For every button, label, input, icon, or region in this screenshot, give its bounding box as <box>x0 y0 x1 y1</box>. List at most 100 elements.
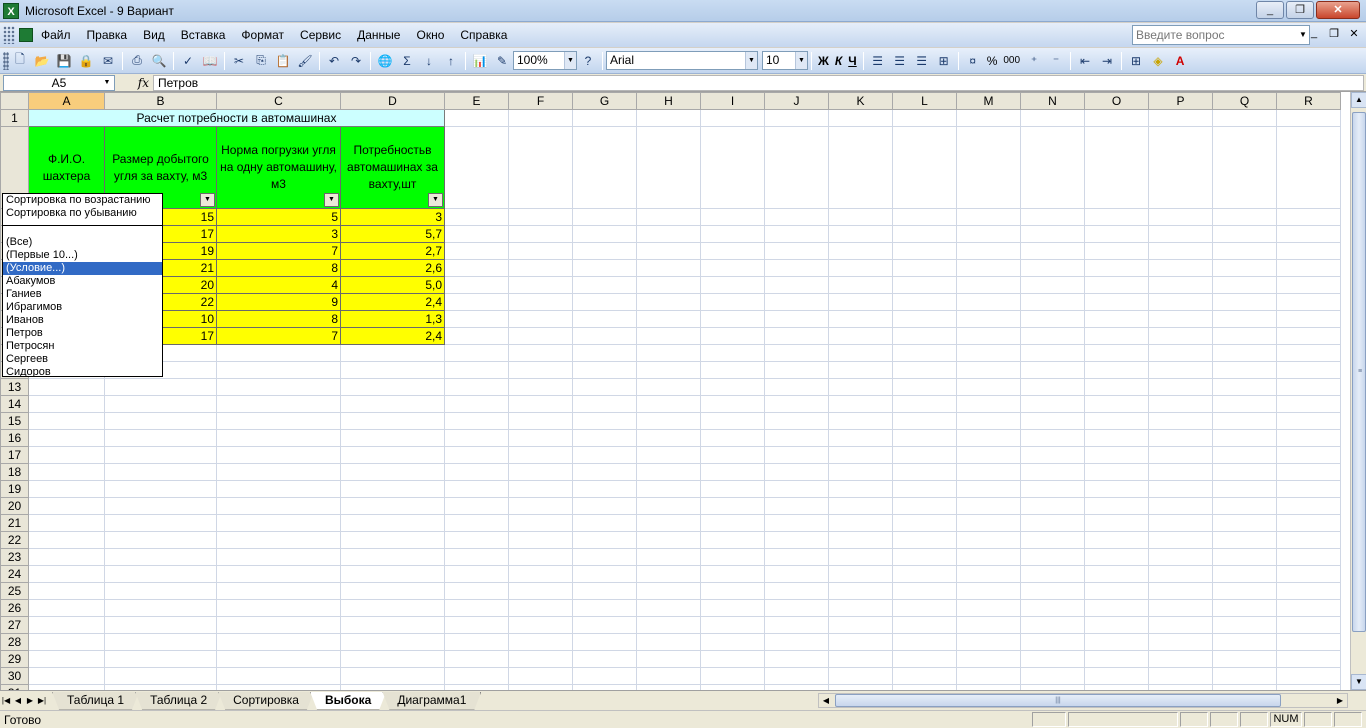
row-header[interactable]: 25 <box>0 582 29 600</box>
cell[interactable] <box>828 208 893 226</box>
cell[interactable] <box>1212 327 1277 345</box>
cell[interactable] <box>700 650 765 668</box>
autofilter-dropdown-icon[interactable]: ▼ <box>324 193 339 207</box>
cell[interactable] <box>1276 109 1341 127</box>
cell[interactable] <box>444 361 509 379</box>
cell[interactable] <box>1148 514 1213 532</box>
cell[interactable] <box>700 599 765 617</box>
cell[interactable] <box>700 259 765 277</box>
cell-load-norm[interactable]: 3 <box>216 225 341 243</box>
cell[interactable] <box>1148 599 1213 617</box>
cell[interactable] <box>1020 582 1085 600</box>
cell-load-norm[interactable]: 7 <box>216 242 341 260</box>
prev-sheet-icon[interactable]: ◀ <box>12 696 24 705</box>
cell[interactable] <box>700 463 765 481</box>
cell[interactable] <box>1020 633 1085 651</box>
cell[interactable] <box>1276 582 1341 600</box>
cell[interactable] <box>1020 378 1085 396</box>
name-box[interactable]: A5 ▼ <box>3 74 115 91</box>
autofilter-dropdown-icon[interactable]: ▼ <box>200 193 215 207</box>
cell[interactable] <box>216 582 341 600</box>
cell[interactable] <box>956 616 1021 634</box>
cell[interactable] <box>892 395 957 413</box>
cell[interactable] <box>1212 378 1277 396</box>
cell[interactable] <box>764 395 829 413</box>
cell[interactable] <box>216 599 341 617</box>
cell[interactable] <box>636 667 701 685</box>
cell[interactable] <box>700 378 765 396</box>
cell[interactable] <box>1276 293 1341 311</box>
open-folder-icon[interactable]: 📂 <box>32 51 52 71</box>
cell[interactable] <box>28 514 105 532</box>
cell[interactable] <box>28 548 105 566</box>
cell[interactable] <box>572 616 637 634</box>
cell[interactable] <box>1020 109 1085 127</box>
cell[interactable] <box>1276 395 1341 413</box>
permission-icon[interactable]: 🔒 <box>76 51 96 71</box>
cell[interactable] <box>1212 412 1277 430</box>
cell[interactable] <box>636 582 701 600</box>
cell[interactable] <box>1084 616 1149 634</box>
cell[interactable] <box>1148 293 1213 311</box>
cell[interactable] <box>1020 616 1085 634</box>
cell[interactable] <box>1084 565 1149 583</box>
menu-data[interactable]: Данные <box>349 23 408 47</box>
cell[interactable] <box>340 531 445 549</box>
cell[interactable] <box>28 429 105 447</box>
cell[interactable] <box>104 395 217 413</box>
vertical-scroll-thumb[interactable]: ≡ <box>1352 112 1366 632</box>
cell[interactable] <box>1276 429 1341 447</box>
cell[interactable] <box>636 599 701 617</box>
cell[interactable] <box>216 395 341 413</box>
cell[interactable] <box>1148 126 1213 209</box>
cell[interactable] <box>28 497 105 515</box>
cell[interactable] <box>340 480 445 498</box>
cell[interactable] <box>340 650 445 668</box>
tab-chart-1[interactable]: Диаграмма1 <box>382 692 481 710</box>
email-icon[interactable]: ✉ <box>98 51 118 71</box>
help-icon[interactable]: ? <box>578 51 598 71</box>
column-header-c[interactable]: C <box>216 92 341 110</box>
cell[interactable] <box>1084 293 1149 311</box>
cell[interactable] <box>828 548 893 566</box>
cell[interactable] <box>572 293 637 311</box>
cell[interactable] <box>508 378 573 396</box>
cell[interactable] <box>700 126 765 209</box>
cell[interactable] <box>1276 242 1341 260</box>
increase-indent-icon[interactable]: ⇥ <box>1097 51 1117 71</box>
cell[interactable] <box>340 599 445 617</box>
cell[interactable] <box>572 667 637 685</box>
cell[interactable] <box>1148 276 1213 294</box>
next-sheet-icon[interactable]: ▶ <box>24 696 36 705</box>
dropdown-filter-option[interactable]: Абакумов <box>3 275 162 288</box>
cell[interactable] <box>216 514 341 532</box>
cell-vehicle-need[interactable]: 1,3 <box>340 310 445 328</box>
cell[interactable] <box>636 480 701 498</box>
cell[interactable] <box>892 565 957 583</box>
cell[interactable] <box>892 667 957 685</box>
cell[interactable] <box>892 242 957 260</box>
cell[interactable] <box>104 514 217 532</box>
row-header[interactable]: 28 <box>0 633 29 651</box>
cell[interactable] <box>28 667 105 685</box>
cell[interactable] <box>444 667 509 685</box>
cell[interactable] <box>1148 208 1213 226</box>
cell[interactable] <box>508 208 573 226</box>
menu-edit[interactable]: Правка <box>79 23 136 47</box>
cell[interactable] <box>1148 531 1213 549</box>
cell[interactable] <box>1148 480 1213 498</box>
formula-input[interactable]: Петров <box>153 74 1364 91</box>
dropdown-filter-option[interactable]: Петров <box>3 327 162 340</box>
cell[interactable] <box>508 310 573 328</box>
cell[interactable] <box>1276 327 1341 345</box>
cell[interactable] <box>1084 497 1149 515</box>
cell[interactable] <box>1020 463 1085 481</box>
cell[interactable] <box>828 395 893 413</box>
paste-icon[interactable]: 📋 <box>273 51 293 71</box>
cell[interactable] <box>572 565 637 583</box>
cell[interactable] <box>508 514 573 532</box>
cell[interactable] <box>508 109 573 127</box>
cell[interactable] <box>1276 463 1341 481</box>
cell[interactable] <box>1212 633 1277 651</box>
cell[interactable] <box>1084 361 1149 379</box>
